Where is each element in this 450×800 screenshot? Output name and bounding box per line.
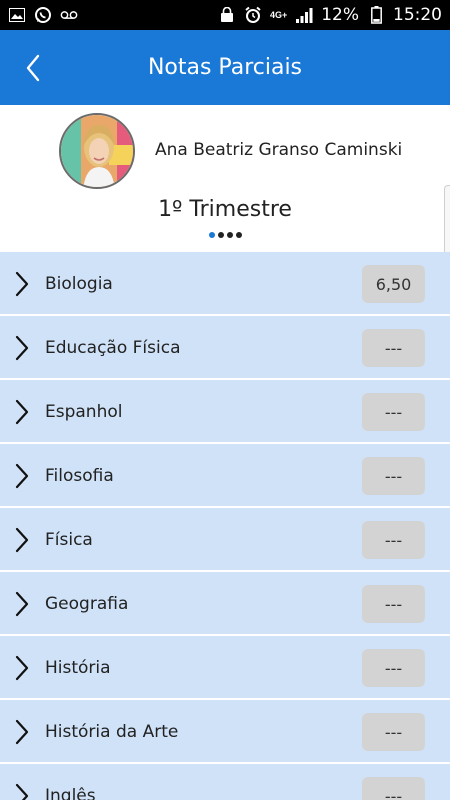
chevron-right-icon	[15, 527, 29, 553]
page-title: Notas Parciais	[147, 55, 303, 80]
pager-dot[interactable]	[227, 232, 233, 238]
subject-list: Biologia 6,50 Educação Física --- Espanh…	[0, 252, 450, 800]
grade-badge: ---	[362, 329, 425, 367]
pager-dot[interactable]	[236, 232, 242, 238]
subject-row-espanhol[interactable]: Espanhol ---	[0, 380, 450, 444]
subject-row-educacao-fisica[interactable]: Educação Física ---	[0, 316, 450, 380]
app-bar: Notas Parciais	[0, 30, 450, 105]
pager-dot[interactable]	[218, 232, 224, 238]
voicemail-icon	[60, 6, 78, 24]
avatar	[59, 113, 135, 189]
pager-dot[interactable]	[209, 232, 215, 238]
subject-name: Biologia	[45, 274, 113, 294]
subject-name: Filosofia	[45, 466, 114, 486]
subject-name: História da Arte	[45, 722, 179, 742]
chevron-left-icon	[26, 54, 40, 82]
subject-row-historia[interactable]: História ---	[0, 636, 450, 700]
chevron-right-icon	[15, 719, 29, 745]
subject-row-filosofia[interactable]: Filosofia ---	[0, 444, 450, 508]
chevron-right-icon	[15, 335, 29, 361]
chevron-right-icon	[15, 655, 29, 681]
subject-name: Educação Física	[45, 338, 181, 358]
grade-badge: ---	[362, 393, 425, 431]
subject-name: Espanhol	[45, 402, 123, 422]
student-name: Ana Beatriz Granso Caminski	[155, 140, 403, 160]
status-bar: 4G+ 12% 15:20	[0, 0, 450, 30]
status-right: 4G+ 12% 15:20	[218, 5, 442, 25]
chevron-right-icon	[15, 591, 29, 617]
subject-row-fisica[interactable]: Física ---	[0, 508, 450, 572]
chevron-right-icon	[15, 463, 29, 489]
gallery-icon	[8, 6, 26, 24]
grade-badge: ---	[362, 777, 425, 800]
subject-row-historia-da-arte[interactable]: História da Arte ---	[0, 700, 450, 764]
subject-row-ingles[interactable]: Inglês ---	[0, 764, 450, 800]
grade-badge: 6,50	[362, 265, 425, 303]
clock: 15:20	[393, 5, 442, 25]
chevron-right-icon	[15, 399, 29, 425]
grade-badge: ---	[362, 457, 425, 495]
subject-name: Inglês	[45, 786, 96, 800]
status-left	[8, 6, 78, 24]
alarm-icon	[244, 6, 262, 24]
grade-badge: ---	[362, 585, 425, 623]
subject-row-geografia[interactable]: Geografia ---	[0, 572, 450, 636]
grade-badge: ---	[362, 521, 425, 559]
signal-icon	[295, 6, 313, 24]
subject-name: Geografia	[45, 594, 129, 614]
network-type: 4G+	[269, 9, 288, 20]
chevron-right-icon	[15, 783, 29, 800]
grade-badge: ---	[362, 649, 425, 687]
profile-header: Ana Beatriz Granso Caminski 1º Trimestre	[0, 105, 450, 252]
back-button[interactable]	[18, 52, 48, 84]
chevron-right-icon	[15, 271, 29, 297]
battery-icon	[367, 6, 385, 24]
term-title: 1º Trimestre	[158, 197, 292, 222]
term-pager[interactable]	[209, 232, 242, 238]
subject-row-biologia[interactable]: Biologia 6,50	[0, 252, 450, 316]
lock-icon	[218, 6, 236, 24]
subject-name: História	[45, 658, 111, 678]
whatsapp-icon	[34, 6, 52, 24]
subject-name: Física	[45, 530, 93, 550]
grade-badge: ---	[362, 713, 425, 751]
battery-percent: 12%	[321, 5, 359, 25]
